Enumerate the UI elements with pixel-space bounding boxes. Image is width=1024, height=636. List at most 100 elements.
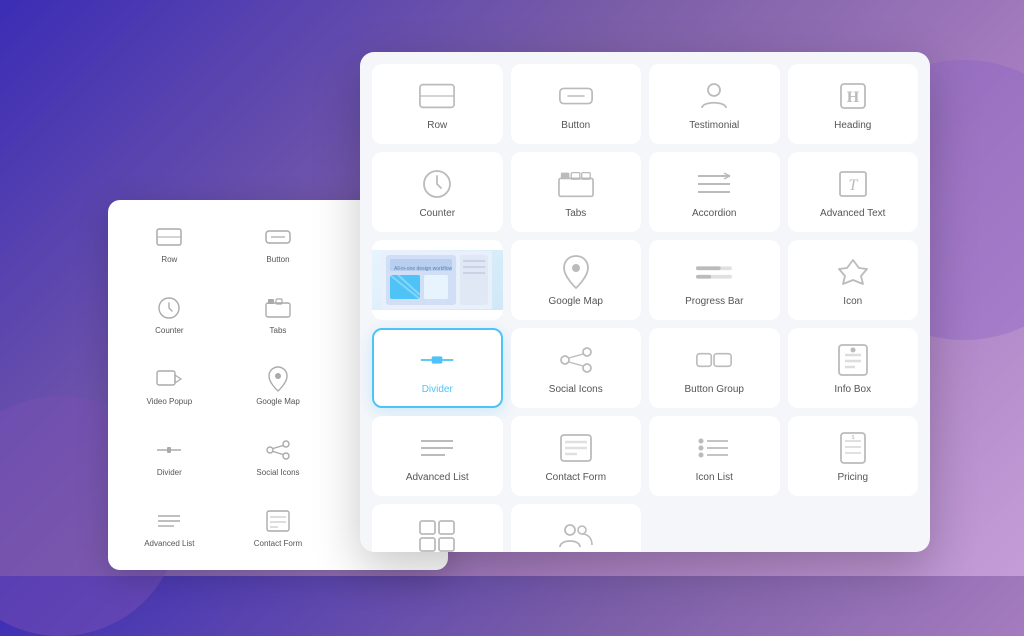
front-panel: Row Button Testimonial H Heading Cou [360, 52, 930, 552]
back-item-advanced-list[interactable]: Advanced List [118, 494, 221, 559]
widget-block-wrapper[interactable]: Block Wrapper [372, 504, 503, 552]
divider-widget-icon [419, 342, 455, 378]
back-item-google-map[interactable]: Google Map [227, 352, 330, 417]
widget-accordion[interactable]: Accordion [649, 152, 780, 232]
svg-text:$: $ [851, 435, 854, 441]
advanced-list-label: Advanced List [406, 472, 469, 484]
divider-label: Divider [422, 384, 453, 396]
progress-bar-label: Progress Bar [685, 296, 743, 308]
back-item-counter-label: Counter [155, 326, 183, 336]
icon-list-widget-icon [696, 430, 732, 466]
pricing-label: Pricing [837, 472, 868, 484]
back-item-social-label: Social Icons [256, 468, 299, 478]
google-map-icon-back [264, 365, 292, 393]
button-group-label: Button Group [685, 384, 744, 396]
back-item-button-label: Button [266, 255, 289, 265]
widget-button[interactable]: Button [511, 64, 642, 144]
social-icons-label: Social Icons [549, 384, 603, 396]
back-item-video-popup[interactable]: Video Popup [118, 352, 221, 417]
advanced-list-widget-icon [419, 430, 455, 466]
block-wrapper-widget-icon [419, 518, 455, 552]
widget-progress-bar[interactable]: Progress Bar [649, 240, 780, 320]
widget-pricing[interactable]: $ Pricing [788, 416, 919, 496]
row-icon [155, 223, 183, 251]
widget-tabs[interactable]: Tabs [511, 152, 642, 232]
advanced-text-widget-icon: T [835, 166, 871, 202]
widget-contact-form[interactable]: Contact Form [511, 416, 642, 496]
widget-preview[interactable]: All-in-one design workflow [372, 240, 503, 320]
widget-button-group[interactable]: Button Group [649, 328, 780, 408]
testimonial-widget-icon [696, 78, 732, 114]
advanced-text-label: Advanced Text [820, 208, 885, 220]
preview-image: All-in-one design workflow [372, 250, 503, 310]
back-item-google-map-label: Google Map [256, 397, 300, 407]
contact-form-label: Contact Form [545, 472, 606, 484]
widget-google-map[interactable]: Google Map [511, 240, 642, 320]
widget-counter[interactable]: Counter [372, 152, 503, 232]
back-item-counter[interactable]: Counter [118, 281, 221, 346]
back-item-team[interactable]: Team [227, 565, 330, 570]
widget-advanced-text[interactable]: T Advanced Text [788, 152, 919, 232]
widget-grid: Row Button Testimonial H Heading Cou [372, 64, 918, 552]
back-item-divider-label: Divider [157, 468, 182, 478]
back-item-divider[interactable]: Divider [118, 423, 221, 488]
contact-form-icon-back [264, 507, 292, 535]
testimonial-label: Testimonial [689, 120, 739, 132]
svg-text:T: T [848, 177, 858, 194]
back-item-button[interactable]: Button [227, 210, 330, 275]
back-item-video-popup-label: Video Popup [146, 397, 192, 407]
widget-icon[interactable]: Icon [788, 240, 919, 320]
heading-label: Heading [834, 120, 871, 132]
icon-widget-icon [835, 254, 871, 290]
back-item-advanced-list-label: Advanced List [144, 539, 194, 549]
widget-testimonial[interactable]: Testimonial [649, 64, 780, 144]
back-item-contact-form[interactable]: Contact Form [227, 494, 330, 559]
contact-form-widget-icon [558, 430, 594, 466]
widget-advanced-list[interactable]: Advanced List [372, 416, 503, 496]
button-widget-icon [558, 78, 594, 114]
icon-list-label: Icon List [696, 472, 733, 484]
button-label: Button [561, 120, 590, 132]
counter-widget-icon [419, 166, 455, 202]
team-widget-icon [558, 518, 594, 552]
divider-icon-back [155, 436, 183, 464]
widget-team[interactable]: Team [511, 504, 642, 552]
back-item-row[interactable]: Row [118, 210, 221, 275]
back-item-tabs[interactable]: Tabs [227, 281, 330, 346]
google-map-widget-icon [558, 254, 594, 290]
tabs-icon-back [264, 294, 292, 322]
back-item-tabs-label: Tabs [270, 326, 287, 336]
google-map-label: Google Map [549, 296, 603, 308]
icon-label: Icon [843, 296, 862, 308]
back-item-contact-form-label: Contact Form [254, 539, 302, 549]
button-icon-back [264, 223, 292, 251]
widget-info-box[interactable]: Info Box [788, 328, 919, 408]
widget-social-icons[interactable]: Social Icons [511, 328, 642, 408]
widget-row[interactable]: Row [372, 64, 503, 144]
info-box-label: Info Box [834, 384, 871, 396]
counter-icon-back [155, 294, 183, 322]
heading-widget-icon: H [835, 78, 871, 114]
widget-divider[interactable]: Divider [372, 328, 503, 408]
button-group-widget-icon [696, 342, 732, 378]
counter-label: Counter [419, 208, 455, 220]
social-icons-widget-icon [558, 342, 594, 378]
accordion-widget-icon [696, 166, 732, 202]
back-item-block-wrapper[interactable]: Block Wrapper [118, 565, 221, 570]
pricing-widget-icon: $ [835, 430, 871, 466]
svg-text:All-in-one design workflow: All-in-one design workflow [394, 266, 452, 272]
back-item-social[interactable]: Social Icons [227, 423, 330, 488]
back-item-row-label: Row [161, 255, 177, 265]
tabs-widget-icon [558, 166, 594, 202]
tabs-label: Tabs [565, 208, 586, 220]
row-widget-icon [419, 78, 455, 114]
widget-heading[interactable]: H Heading [788, 64, 919, 144]
info-box-widget-icon [835, 342, 871, 378]
progress-bar-widget-icon [696, 254, 732, 290]
advanced-list-icon-back [155, 507, 183, 535]
widget-icon-list[interactable]: Icon List [649, 416, 780, 496]
social-icon-back [264, 436, 292, 464]
svg-text:H: H [847, 89, 860, 106]
row-label: Row [427, 120, 447, 132]
video-popup-icon-back [155, 365, 183, 393]
